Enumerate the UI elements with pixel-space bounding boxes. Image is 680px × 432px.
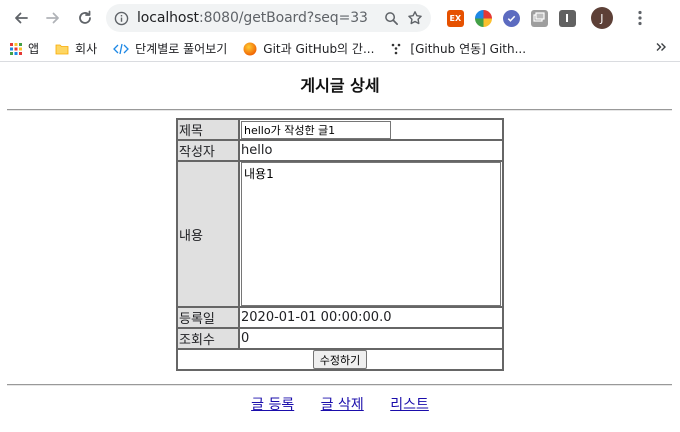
row-writer: 작성자 hello — [177, 140, 503, 161]
action-links: 글 등록 글 삭제 리스트 — [0, 394, 680, 414]
address-bar[interactable]: localhost:8080/getBoard?seq=33 — [106, 4, 431, 32]
more-vert-icon — [638, 10, 642, 26]
bar-icon — [566, 14, 569, 22]
bookmark-step-by-step[interactable]: 단계별로 풀어보기 — [113, 40, 227, 57]
forward-button[interactable] — [38, 3, 68, 33]
code-icon — [113, 43, 130, 54]
row-title: 제목 — [177, 119, 503, 140]
insert-board-link[interactable]: 글 등록 — [251, 397, 294, 413]
info-extension-icon[interactable] — [558, 9, 576, 27]
bookmark-git-github[interactable]: Git과 GitHub의 간... — [243, 40, 374, 57]
apps-grid-icon — [10, 42, 22, 55]
extensions-area: EX J — [446, 7, 650, 29]
url-text: localhost:8080/getBoard?seq=33 — [137, 10, 368, 26]
writer-value: hello — [239, 140, 503, 161]
extension-ex-label: EX — [449, 13, 462, 23]
url-host: localhost — [137, 10, 199, 26]
title-input[interactable] — [241, 120, 391, 139]
regdate-label: 등록일 — [177, 307, 239, 328]
cnt-label: 조회수 — [177, 328, 239, 349]
row-submit: 수정하기 — [177, 349, 503, 370]
chevron-double-right-icon — [656, 43, 666, 51]
update-button[interactable]: 수정하기 — [312, 350, 368, 369]
back-button[interactable] — [6, 3, 36, 33]
reload-button[interactable] — [70, 3, 100, 33]
board-detail-table: 제목 작성자 hello 내용 내용1 등록일 2020-01-01 00:00… — [176, 118, 504, 371]
browser-menu-button[interactable] — [630, 8, 650, 28]
extension-ex-icon[interactable]: EX — [446, 9, 464, 27]
github-dots-icon — [392, 43, 401, 54]
bookmarks-overflow-button[interactable] — [656, 41, 666, 56]
info-icon — [114, 11, 129, 25]
arrow-left-icon — [15, 12, 28, 24]
bookmarks-bar: 앱 회사 단계별로 풀어보기 Git과 GitHub의 간... [Github… — [0, 36, 680, 62]
content-textarea[interactable]: 내용1 — [241, 162, 501, 306]
top-divider — [7, 109, 672, 111]
bookmark-label: 앱 — [28, 42, 40, 56]
zoom-icon[interactable] — [384, 11, 399, 26]
board-list-link[interactable]: 리스트 — [390, 397, 429, 413]
reload-icon — [79, 10, 91, 24]
window-extension-icon[interactable] — [530, 9, 548, 27]
cnt-value: 0 — [239, 328, 503, 349]
page-title: 게시글 상세 — [300, 76, 380, 95]
window-icon — [533, 12, 545, 22]
color-wheel-extension-icon[interactable] — [474, 9, 492, 27]
profile-avatar[interactable]: J — [590, 7, 613, 29]
delete-board-link[interactable]: 글 삭제 — [321, 397, 364, 413]
bookmark-folder-company[interactable]: 회사 — [55, 40, 97, 57]
row-cnt: 조회수 0 — [177, 328, 503, 349]
title-cell — [239, 119, 503, 140]
url-path: :8080/getBoard?seq=33 — [198, 10, 368, 26]
row-regdate: 등록일 2020-01-01 00:00:00.0 — [177, 307, 503, 328]
bookmark-label: 회사 — [75, 42, 98, 56]
content-label: 내용 — [177, 161, 239, 307]
page-content: 게시글 상세 제목 작성자 hello 내용 내용1 등록일 2020-01-0… — [0, 62, 680, 431]
content-cell: 내용1 — [239, 161, 503, 307]
bottom-divider — [7, 384, 672, 386]
bookmark-github-integration[interactable]: [Github 연동] Gith... — [390, 40, 526, 57]
bookmark-label: Git과 GitHub의 간... — [263, 42, 375, 56]
arrow-right-icon — [46, 12, 59, 24]
folder-icon — [55, 44, 69, 54]
title-label: 제목 — [177, 119, 239, 140]
check-extension-icon[interactable] — [502, 9, 520, 27]
bookmark-label: [Github 연동] Gith... — [410, 42, 527, 56]
check-icon — [507, 15, 516, 22]
writer-label: 작성자 — [177, 140, 239, 161]
orange-circle-icon — [243, 42, 257, 55]
profile-initial: J — [600, 11, 604, 25]
row-content: 내용 내용1 — [177, 161, 503, 307]
regdate-value: 2020-01-01 00:00:00.0 — [239, 307, 503, 328]
submit-cell: 수정하기 — [177, 349, 503, 370]
browser-toolbar: localhost:8080/getBoard?seq=33 EX J — [0, 0, 680, 36]
bookmark-label: 단계별로 풀어보기 — [135, 42, 228, 56]
bookmark-apps[interactable]: 앱 — [10, 40, 39, 57]
star-icon[interactable] — [407, 10, 423, 26]
